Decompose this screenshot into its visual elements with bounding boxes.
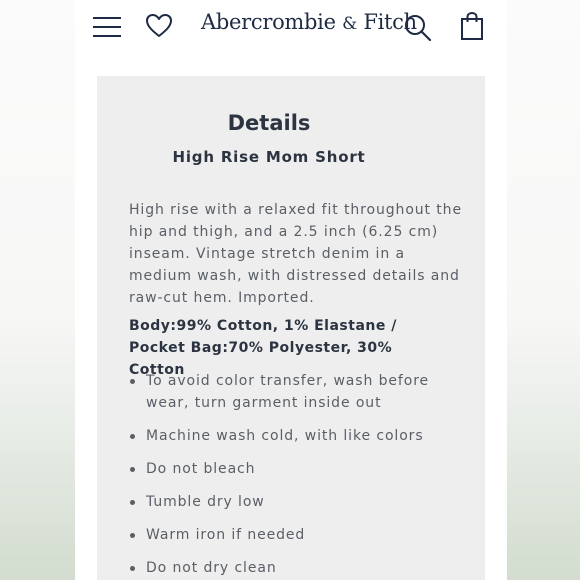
heart-icon[interactable]: [145, 13, 173, 39]
care-item-tumble-dry: Tumble dry low: [129, 491, 459, 513]
product-page: Abercrombie & Fitch Details High Rise Mo…: [75, 0, 507, 580]
brand-logo[interactable]: Abercrombie & Fitch: [201, 10, 417, 34]
details-heading: Details: [227, 111, 311, 135]
header-bar: Abercrombie & Fitch: [75, 0, 507, 60]
shopping-bag-icon[interactable]: [460, 11, 484, 41]
care-instructions-list: To avoid color transfer, wash before wea…: [129, 370, 459, 580]
care-item-wash-before-wear: To avoid color transfer, wash before wea…: [129, 370, 459, 414]
search-icon[interactable]: [403, 13, 433, 43]
care-item-warm-iron: Warm iron if needed: [129, 524, 459, 546]
product-name: High Rise Mom Short: [172, 148, 366, 166]
care-item-machine-wash: Machine wash cold, with like colors: [129, 425, 459, 447]
menu-icon[interactable]: [92, 15, 122, 39]
brand-name-main: Abercrombie: [201, 10, 336, 34]
care-item-no-bleach: Do not bleach: [129, 458, 459, 480]
product-description: High rise with a relaxed fit throughout …: [129, 202, 462, 306]
care-item-no-dry-clean: Do not dry clean: [129, 557, 459, 579]
brand-ampersand: &: [342, 14, 357, 34]
